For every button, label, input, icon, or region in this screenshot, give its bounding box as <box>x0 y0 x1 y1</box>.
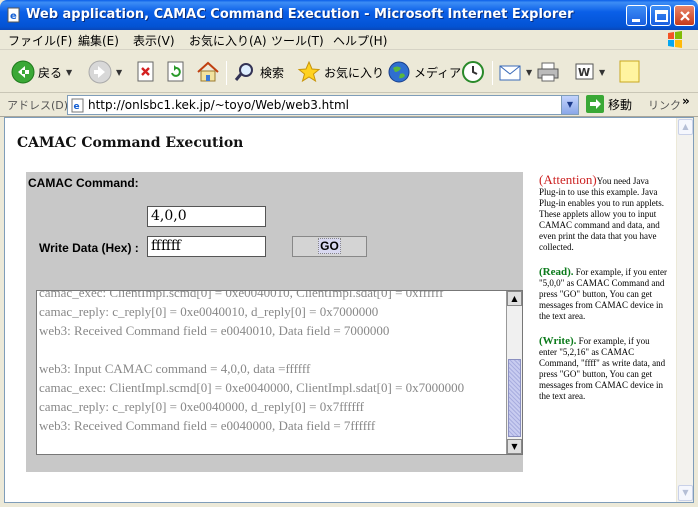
page-content: CAMAC Command Execution CAMAC Command: 4… <box>4 117 694 503</box>
scroll-up-icon[interactable]: ▲ <box>507 291 522 306</box>
page-scroll-up-icon[interactable]: ▲ <box>678 119 693 135</box>
camac-command-label: CAMAC Command: <box>28 176 139 190</box>
svg-text:e: e <box>10 11 17 22</box>
menu-favorites[interactable]: お気に入り(A) <box>189 32 267 49</box>
back-button[interactable]: 戻る ▼ <box>11 59 72 85</box>
minimize-icon <box>632 19 640 22</box>
star-icon <box>297 60 321 83</box>
attention-text: You need Java Plug-in to use this exampl… <box>539 176 664 252</box>
history-icon <box>462 61 484 83</box>
close-icon <box>680 11 690 21</box>
output-scrollbar[interactable]: ▲ ▼ <box>506 291 522 454</box>
edit-dropdown-icon[interactable]: ▼ <box>599 68 605 77</box>
ie-page-icon: e <box>7 7 20 23</box>
media-globe-icon <box>388 61 410 83</box>
instructions-sidebar: (Attention)You need Java Plug-in to use … <box>539 172 669 416</box>
write-data-input[interactable]: ffffff <box>147 236 266 257</box>
write-note: (Write). For example, if you enter "5,2,… <box>539 336 669 402</box>
scroll-thumb[interactable] <box>508 359 521 437</box>
note-icon <box>619 60 640 83</box>
printer-icon <box>537 62 559 82</box>
output-line: web3: Received Command field = e0040000,… <box>39 418 376 433</box>
address-bar: アドレス(D) e http://onlsbc1.kek.jp/~toyo/We… <box>0 93 698 117</box>
mail-icon <box>499 65 521 81</box>
history-button[interactable] <box>461 59 485 85</box>
write-title: (Write). <box>539 335 577 347</box>
menu-help[interactable]: ヘルプ(H) <box>333 32 387 49</box>
links-label[interactable]: リンク <box>648 97 681 113</box>
scroll-down-icon[interactable]: ▼ <box>507 439 522 454</box>
output-line: camac_exec: ClientImpl.scmd[0] = 0xe0040… <box>39 380 465 395</box>
refresh-icon <box>167 61 184 82</box>
output-lines: camac_exec: ClientImpl.scmd[0] = 0xe0040… <box>39 290 504 435</box>
stop-icon <box>137 61 154 82</box>
favorites-button[interactable]: お気に入り <box>297 59 384 85</box>
svg-text:W: W <box>578 66 590 79</box>
print-button[interactable] <box>536 59 560 85</box>
output-line: camac_reply: c_reply[0] = 0xe0040000, d_… <box>39 399 365 414</box>
media-button[interactable]: メディア <box>387 59 461 85</box>
maximize-button[interactable] <box>650 5 671 26</box>
forward-dropdown-icon[interactable]: ▼ <box>116 68 122 77</box>
camac-applet: CAMAC Command: 4,0,0 Write Data (Hex) : … <box>26 172 523 472</box>
back-arrow-icon <box>11 60 35 84</box>
attention-title: (Attention) <box>539 172 597 187</box>
output-line: web3: Input CAMAC command = 4,0,0, data … <box>39 361 311 376</box>
write-data-label: Write Data (Hex) : <box>39 241 139 255</box>
address-dropdown-icon[interactable]: ▼ <box>561 96 578 114</box>
home-icon <box>197 61 219 82</box>
page-scrollbar[interactable]: ▲ ▼ <box>676 118 693 502</box>
menu-file[interactable]: ファイル(F) <box>8 32 72 49</box>
back-dropdown-icon[interactable]: ▼ <box>66 68 72 77</box>
edit-button[interactable]: W ▼ <box>575 59 605 85</box>
go-button[interactable]: GO <box>292 236 367 257</box>
go-arrow-icon <box>586 95 604 113</box>
stop-button[interactable] <box>136 59 156 85</box>
forward-arrow-icon <box>88 60 112 84</box>
menu-edit[interactable]: 編集(E) <box>78 32 119 49</box>
read-title: (Read). <box>539 266 574 278</box>
window-title: Web application, CAMAC Command Execution… <box>26 7 574 22</box>
output-line: camac_exec: ClientImpl.scmd[0] = 0xe0040… <box>39 290 444 300</box>
toolbar: 戻る ▼ ▼ 検索 お気に入り メディア ▼ W ▼ <box>0 51 698 121</box>
attention-note: (Attention)You need Java Plug-in to use … <box>539 172 669 253</box>
camac-command-input[interactable]: 4,0,0 <box>147 206 266 227</box>
mail-dropdown-icon[interactable]: ▼ <box>526 68 532 77</box>
svg-text:e: e <box>74 102 80 112</box>
menu-tools[interactable]: ツール(T) <box>271 32 324 49</box>
mail-button[interactable]: ▼ <box>498 59 532 85</box>
page-title: CAMAC Command Execution <box>17 135 244 151</box>
address-input[interactable]: e http://onlsbc1.kek.jp/~toyo/Web/web3.h… <box>67 95 579 115</box>
page-icon: e <box>71 98 84 113</box>
go-navigate-button[interactable]: 移動 <box>586 95 632 113</box>
menu-bar: ファイル(F) 編集(E) 表示(V) お気に入り(A) ツール(T) ヘルプ(… <box>0 30 698 50</box>
menu-view[interactable]: 表示(V) <box>133 32 175 49</box>
output-text-area[interactable]: camac_exec: ClientImpl.scmd[0] = 0xe0040… <box>36 290 523 455</box>
word-edit-icon: W <box>575 63 594 80</box>
maximize-icon <box>655 10 668 22</box>
windows-logo-icon <box>668 31 682 48</box>
title-bar[interactable]: e Web application, CAMAC Command Executi… <box>0 0 698 30</box>
home-button[interactable] <box>196 59 220 85</box>
address-url: http://onlsbc1.kek.jp/~toyo/Web/web3.htm… <box>88 98 350 112</box>
read-note: (Read). For example, if you enter "5,0,0… <box>539 267 669 322</box>
minimize-button[interactable] <box>626 5 647 26</box>
forward-button[interactable]: ▼ <box>88 59 122 85</box>
output-line: camac_reply: c_reply[0] = 0xe0040010, d_… <box>39 304 379 319</box>
messenger-button[interactable] <box>619 59 641 85</box>
close-button[interactable] <box>674 5 695 26</box>
go-button-label: GO <box>318 238 341 254</box>
search-button[interactable]: 検索 <box>233 59 284 85</box>
page-scroll-down-icon[interactable]: ▼ <box>678 485 693 501</box>
address-label: アドレス(D) <box>7 99 69 112</box>
refresh-button[interactable] <box>166 59 186 85</box>
output-line: web3: Received Command field = e0040010,… <box>39 323 390 338</box>
links-overflow-icon[interactable]: » <box>682 94 690 108</box>
search-icon <box>234 63 253 81</box>
